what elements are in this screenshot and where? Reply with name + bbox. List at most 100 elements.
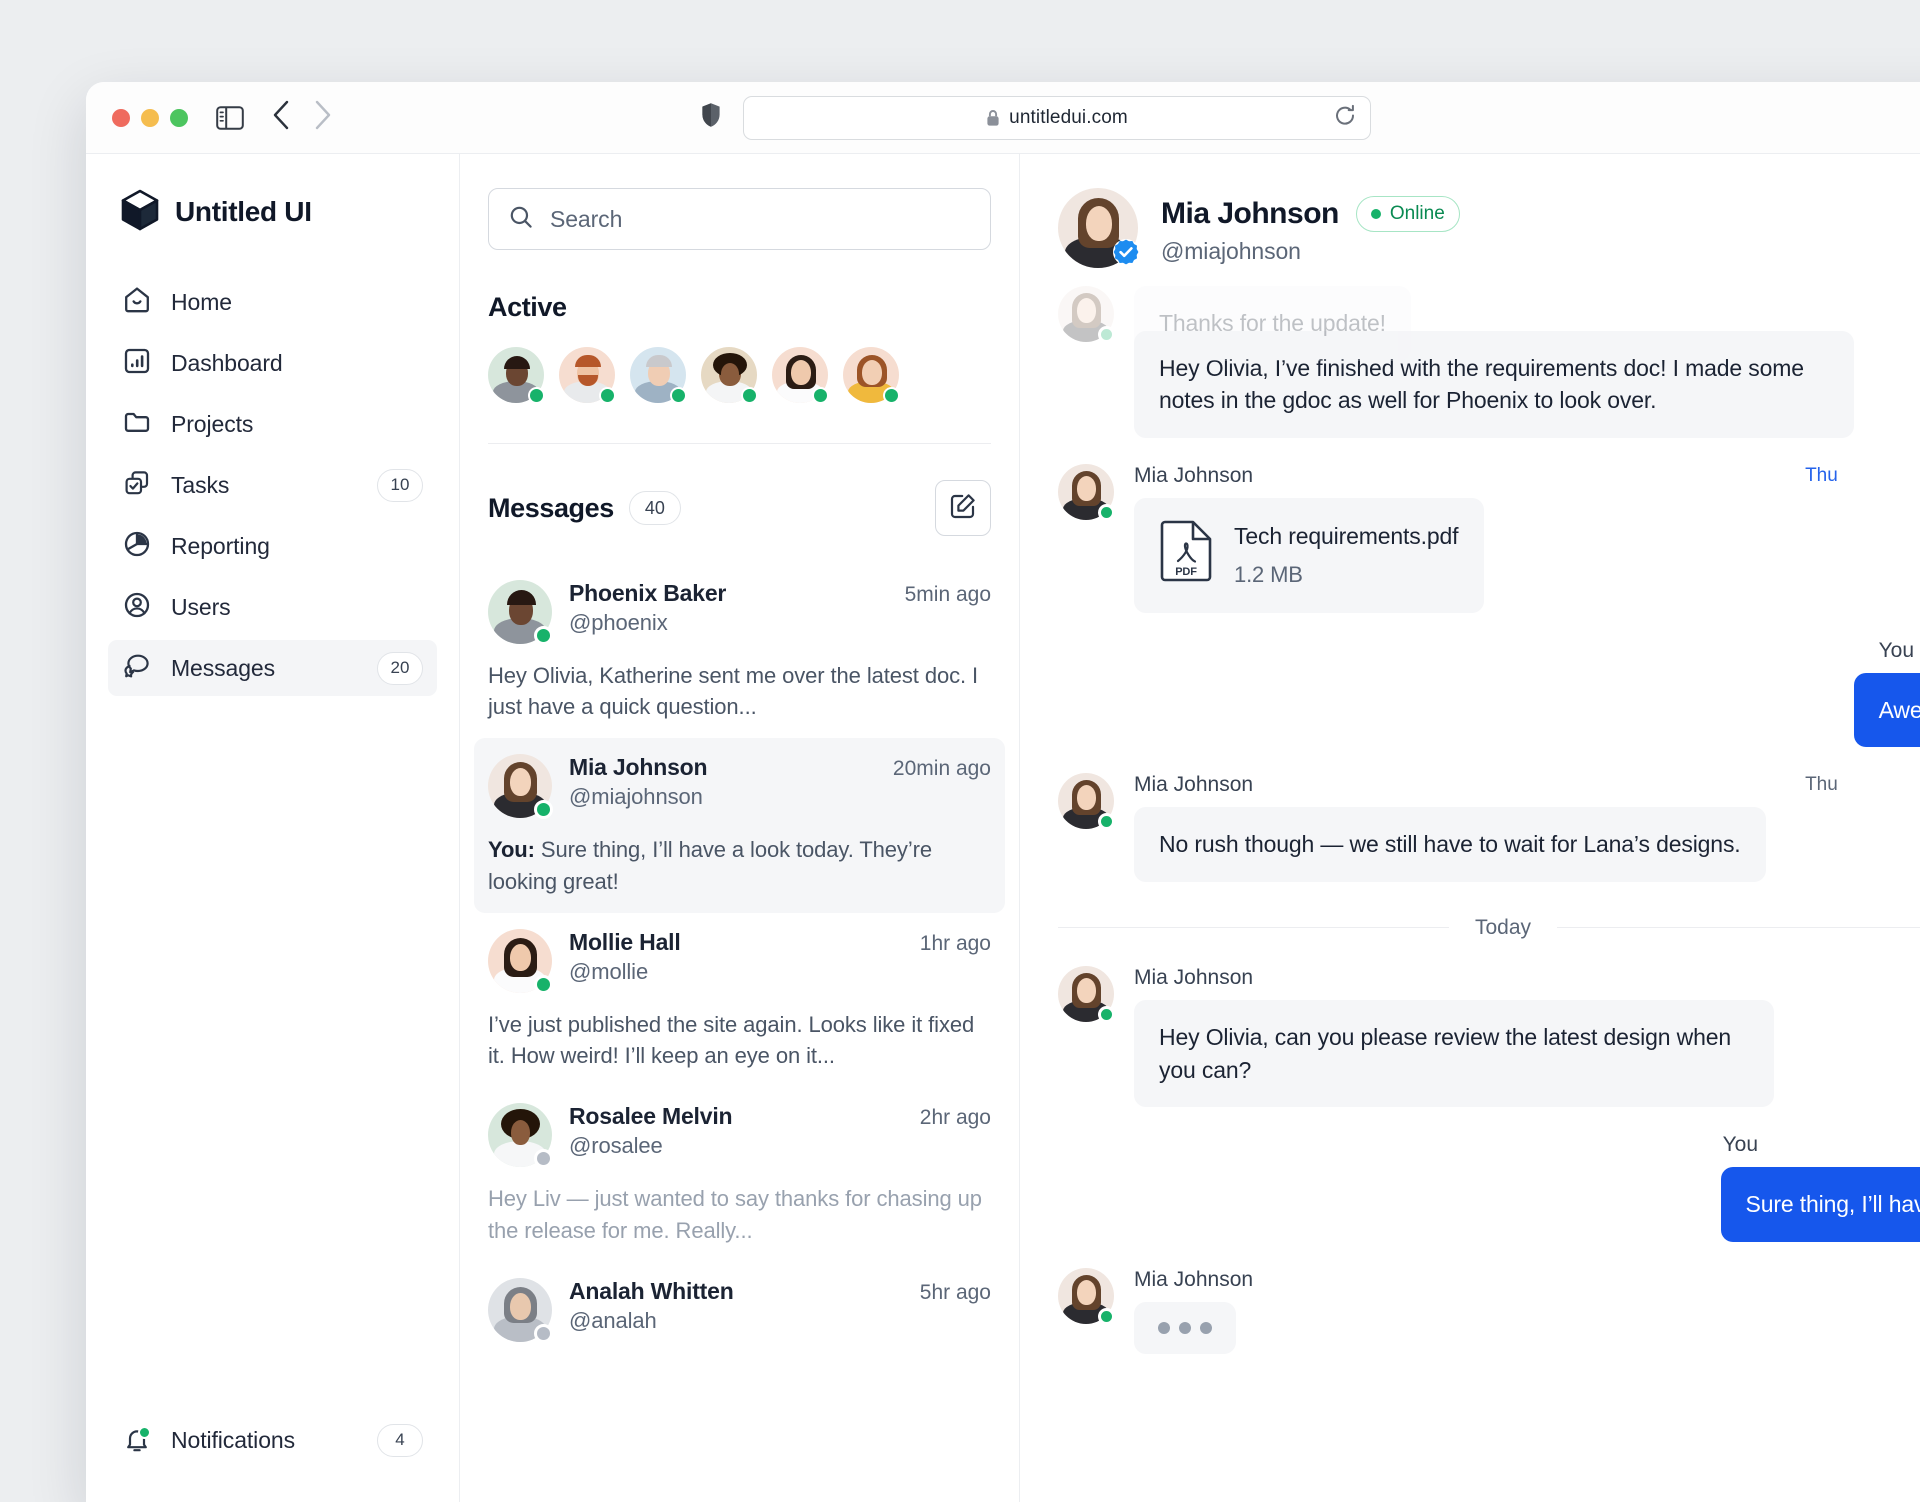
avatar — [1058, 464, 1114, 520]
compose-icon — [949, 492, 977, 525]
chat-message-row: Thanks for the update! — [1058, 286, 1920, 361]
avatar — [488, 754, 552, 818]
chat-message-sender: You — [1879, 639, 1914, 663]
status-indicator — [670, 387, 687, 404]
chat-contact-handle: @miajohnson — [1161, 238, 1460, 265]
list-item-preview: Hey Liv — just wanted to say thanks for … — [488, 1183, 991, 1245]
sidebar-item-home[interactable]: Home — [108, 274, 437, 330]
sidebar-item-label: Home — [171, 289, 423, 316]
app-root: Untitled UI Home — [86, 154, 1920, 1502]
sidebar-footer: Notifications 4 — [108, 1412, 437, 1468]
maximize-window-button[interactable] — [170, 109, 188, 127]
url-text: untitledui.com — [1009, 107, 1128, 129]
status-indicator — [1098, 1006, 1115, 1023]
chart-icon — [122, 346, 152, 381]
list-item-name: Phoenix Baker — [569, 580, 726, 607]
search-placeholder: Search — [550, 206, 622, 233]
verified-badge-icon — [1112, 238, 1140, 266]
list-item-preview-text: Sure thing, I’ll have a look today. They… — [488, 837, 932, 893]
chat-message-row: You Awesome! Thanks. — [1058, 639, 1920, 748]
avatar[interactable] — [772, 347, 828, 403]
sidebar-item-messages[interactable]: Messages 20 — [108, 640, 437, 696]
list-item[interactable]: Mollie Hall @mollie 1hr ago I’ve just pu… — [474, 913, 1005, 1087]
status-indicator — [528, 387, 545, 404]
status-indicator — [599, 387, 616, 404]
status-indicator — [1098, 326, 1115, 343]
sidebar-item-projects[interactable]: Projects — [108, 396, 437, 452]
avatar[interactable] — [1058, 188, 1138, 268]
chat-bubble: Sure thing, I’ll have a look today. — [1721, 1167, 1920, 1242]
folder-icon — [122, 407, 152, 442]
avatar[interactable] — [488, 347, 544, 403]
chat-message-sender: Mia Johnson — [1134, 773, 1253, 797]
sidebar-item-notifications[interactable]: Notifications 4 — [108, 1412, 437, 1468]
browser-titlebar: untitledui.com — [86, 82, 1920, 154]
status-indicator — [534, 626, 553, 645]
home-icon — [122, 285, 152, 320]
shield-icon[interactable] — [701, 102, 721, 133]
list-item-time: 20min ago — [893, 754, 991, 781]
chat-header: Mia Johnson Online @miajohnson — [1058, 188, 1920, 268]
list-item[interactable]: Mia Johnson @miajohnson 20min ago You: S… — [474, 738, 1005, 912]
address-bar[interactable]: untitledui.com — [743, 96, 1371, 140]
sidebar-item-users[interactable]: Users — [108, 579, 437, 635]
status-indicator — [534, 975, 553, 994]
browser-navigation — [272, 100, 332, 135]
active-title: Active — [488, 292, 991, 323]
sidebar-toggle-icon[interactable] — [216, 106, 244, 130]
pdf-file-icon: PDF — [1160, 520, 1212, 591]
chat-thread: Thanks for the update! Hey Olivia, I’ve … — [1058, 286, 1920, 1354]
notifications-label: Notifications — [171, 1427, 358, 1454]
minimize-window-button[interactable] — [141, 109, 159, 127]
avatar[interactable] — [559, 347, 615, 403]
chat-contact-name: Mia Johnson — [1161, 197, 1339, 231]
avatar[interactable] — [630, 347, 686, 403]
list-item-time: 5min ago — [905, 580, 991, 607]
chat-message-sender: Mia Johnson — [1134, 1268, 1253, 1292]
chat-message-row: Mia Johnson Thu PDF — [1058, 464, 1920, 613]
chat-message-sender: Mia Johnson — [1134, 966, 1774, 990]
day-divider-label: Today — [1475, 916, 1531, 940]
day-divider: Today — [1058, 916, 1920, 940]
list-item-handle: @miajohnson — [569, 784, 707, 810]
chat-message-row: Mia Johnson Thu No rush though — we stil… — [1058, 773, 1920, 882]
conversation-list: Phoenix Baker @phoenix 5min ago Hey Oliv… — [488, 564, 991, 1358]
status-indicator — [1098, 813, 1115, 830]
sidebar-item-tasks[interactable]: Tasks 10 — [108, 457, 437, 513]
list-item-preview: Hey Olivia, Katherine sent me over the l… — [488, 660, 991, 722]
brand[interactable]: Untitled UI — [108, 188, 437, 236]
avatar[interactable] — [701, 347, 757, 403]
list-item-time: 1hr ago — [920, 929, 991, 956]
chat-bubble: Hey Olivia, can you please review the la… — [1134, 1000, 1774, 1107]
list-item[interactable]: Rosalee Melvin @rosalee 2hr ago Hey Liv … — [474, 1087, 1005, 1261]
sidebar-item-label: Tasks — [171, 472, 358, 499]
compose-button[interactable] — [935, 480, 991, 536]
back-button[interactable] — [272, 100, 290, 135]
avatar — [1058, 773, 1114, 829]
list-item-name: Mia Johnson — [569, 754, 707, 781]
status-indicator — [534, 800, 553, 819]
list-item[interactable]: Analah Whitten @analah 5hr ago — [474, 1262, 1005, 1358]
list-item-time: 5hr ago — [920, 1278, 991, 1305]
list-item[interactable]: Phoenix Baker @phoenix 5min ago Hey Oliv… — [474, 564, 1005, 738]
reload-icon[interactable] — [1333, 103, 1357, 132]
avatar — [1058, 286, 1114, 342]
forward-button[interactable] — [314, 100, 332, 135]
sidebar-item-reporting[interactable]: Reporting — [108, 518, 437, 574]
list-item-name: Analah Whitten — [569, 1278, 734, 1305]
file-attachment[interactable]: PDF Tech requirements.pdf 1.2 MB — [1134, 498, 1484, 613]
lock-icon — [986, 109, 1000, 127]
search-icon — [508, 204, 534, 235]
list-item-time: 2hr ago — [920, 1103, 991, 1130]
messages-header: Messages 40 — [488, 480, 991, 536]
status-indicator — [812, 387, 829, 404]
messages-title: Messages — [488, 493, 614, 524]
divider — [488, 443, 991, 444]
search-input[interactable]: Search — [488, 188, 991, 250]
close-window-button[interactable] — [112, 109, 130, 127]
sidebar-nav: Home Dashboard — [108, 274, 437, 696]
avatar[interactable] — [843, 347, 899, 403]
sidebar-item-dashboard[interactable]: Dashboard — [108, 335, 437, 391]
status-badge: Online — [1356, 196, 1460, 232]
chat-message-sender: Mia Johnson — [1134, 464, 1253, 488]
